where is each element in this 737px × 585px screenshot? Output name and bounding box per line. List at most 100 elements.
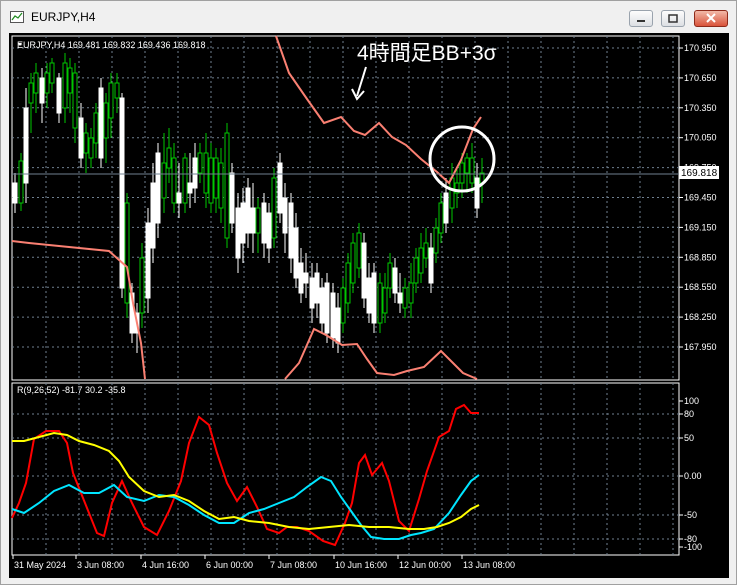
window-title: EURJPY,H4 xyxy=(31,10,96,24)
candle-body xyxy=(271,177,277,239)
candle-body xyxy=(39,77,45,104)
candle-body xyxy=(330,292,336,339)
candle-body xyxy=(464,157,470,174)
candle-body xyxy=(366,277,372,314)
candle-body xyxy=(240,202,246,244)
candle-body xyxy=(124,202,130,304)
candle-body xyxy=(213,157,219,199)
rci-tick-label: 0.00 xyxy=(684,471,702,481)
candle-body xyxy=(182,157,188,204)
candle-body xyxy=(103,102,109,139)
time-tick-label: 12 Jun 00:00 xyxy=(399,560,451,570)
time-tick-label: 10 Jun 16:00 xyxy=(335,560,387,570)
rci-axis: 10080500.00-50-80-100 xyxy=(679,396,702,552)
candle-body xyxy=(319,287,325,324)
candle-body xyxy=(229,172,235,224)
time-tick-label: 7 Jun 08:00 xyxy=(270,560,317,570)
candle-body xyxy=(459,162,465,184)
candle-body xyxy=(56,77,62,114)
time-tick-label: 13 Jun 08:00 xyxy=(463,560,515,570)
time-tick-label: 4 Jun 16:00 xyxy=(142,560,189,570)
candle-body xyxy=(155,152,161,224)
candle-body xyxy=(356,232,362,269)
candle-body xyxy=(255,207,261,234)
candle-body xyxy=(443,192,449,224)
time-tick-label: 31 May 2024 xyxy=(14,560,66,570)
rci-tick-label: 80 xyxy=(684,409,694,419)
candle-body xyxy=(340,287,346,324)
current-price-label: 169.818 xyxy=(681,168,718,179)
candle-body xyxy=(245,187,251,234)
candle-body xyxy=(382,287,388,314)
price-tick-label: 168.250 xyxy=(684,312,717,322)
candle-body xyxy=(397,292,403,304)
price-panel[interactable]: 170.950170.650170.350170.050169.750169.4… xyxy=(11,35,719,381)
candle-body xyxy=(387,262,393,289)
candles xyxy=(12,53,485,353)
candle-body xyxy=(224,132,230,239)
price-tick-label: 168.850 xyxy=(684,252,717,262)
candle-body xyxy=(309,277,315,309)
candle-body xyxy=(18,160,24,204)
candle-body xyxy=(361,242,367,299)
candle-body xyxy=(277,162,283,214)
time-axis: 31 May 2024 3 Jun 08:00 4 Jun 16:00 6 Jun 0… xyxy=(12,555,515,570)
candle-body xyxy=(108,82,114,119)
candle-body xyxy=(413,257,419,284)
candle-body xyxy=(33,72,39,94)
candle-body xyxy=(67,67,73,94)
candle-body xyxy=(119,97,125,289)
candle-body xyxy=(150,182,156,249)
chart-canvas[interactable]: 170.950170.650170.350170.050169.750169.4… xyxy=(9,33,729,578)
candle-body xyxy=(235,207,241,259)
candle-body xyxy=(392,267,398,294)
maximize-icon xyxy=(668,14,678,23)
candle-body xyxy=(88,137,94,159)
rci-tick-label: -50 xyxy=(684,510,697,520)
price-tick-label: 168.550 xyxy=(684,282,717,292)
symbol-info-line: EURJPY,H4 169.481 169.832 169.436 169.81… xyxy=(17,40,206,50)
candle-body xyxy=(377,282,383,324)
candle-body xyxy=(203,152,209,194)
minimize-button[interactable] xyxy=(629,10,653,27)
candle-body xyxy=(408,282,414,304)
title-bar[interactable]: EURJPY,H4 xyxy=(1,1,736,33)
candle-body xyxy=(114,82,120,99)
candle-body xyxy=(261,202,267,244)
candle-body xyxy=(449,177,455,209)
candle-body xyxy=(166,147,172,169)
chart-area[interactable]: 170.950170.650170.350170.050169.750169.4… xyxy=(9,33,729,578)
price-tick-label: 170.950 xyxy=(684,43,717,53)
price-tick-label: 170.350 xyxy=(684,103,717,113)
candle-body xyxy=(171,157,177,204)
candle-body xyxy=(335,307,341,344)
candle-body xyxy=(83,132,89,154)
candle-body xyxy=(324,282,330,334)
candle-body xyxy=(350,242,356,284)
candle-body xyxy=(250,207,256,234)
candle-body xyxy=(298,262,304,294)
maximize-button[interactable] xyxy=(661,10,685,27)
price-axis: 170.950170.650170.350170.050169.750169.4… xyxy=(679,43,717,352)
candle-body xyxy=(428,247,434,284)
rci-panel[interactable]: 10080500.00-50-80-100 R(9,26,52) -81.7 3… xyxy=(11,382,702,556)
price-tick-label: 169.450 xyxy=(684,193,717,203)
candle-body xyxy=(139,257,145,314)
chart-window: EURJPY,H4 170.950 170.650 170.350 170.050 16… xyxy=(0,0,737,585)
candle-body xyxy=(433,227,439,254)
price-tick-label: 169.150 xyxy=(684,222,717,232)
rci-tick-label: 50 xyxy=(684,433,694,443)
close-button[interactable] xyxy=(694,10,728,27)
candle-body xyxy=(28,82,34,104)
candle-body xyxy=(418,247,424,274)
time-tick-label: 3 Jun 08:00 xyxy=(77,560,124,570)
candle-body xyxy=(282,197,288,234)
price-tick-label: 170.050 xyxy=(684,133,717,143)
candle-body xyxy=(49,62,55,84)
candle-body xyxy=(78,117,84,159)
candle-body xyxy=(218,162,224,209)
candle-body xyxy=(469,157,475,184)
candle-body xyxy=(145,222,151,299)
candle-body xyxy=(187,182,193,194)
candle-body xyxy=(371,272,377,324)
